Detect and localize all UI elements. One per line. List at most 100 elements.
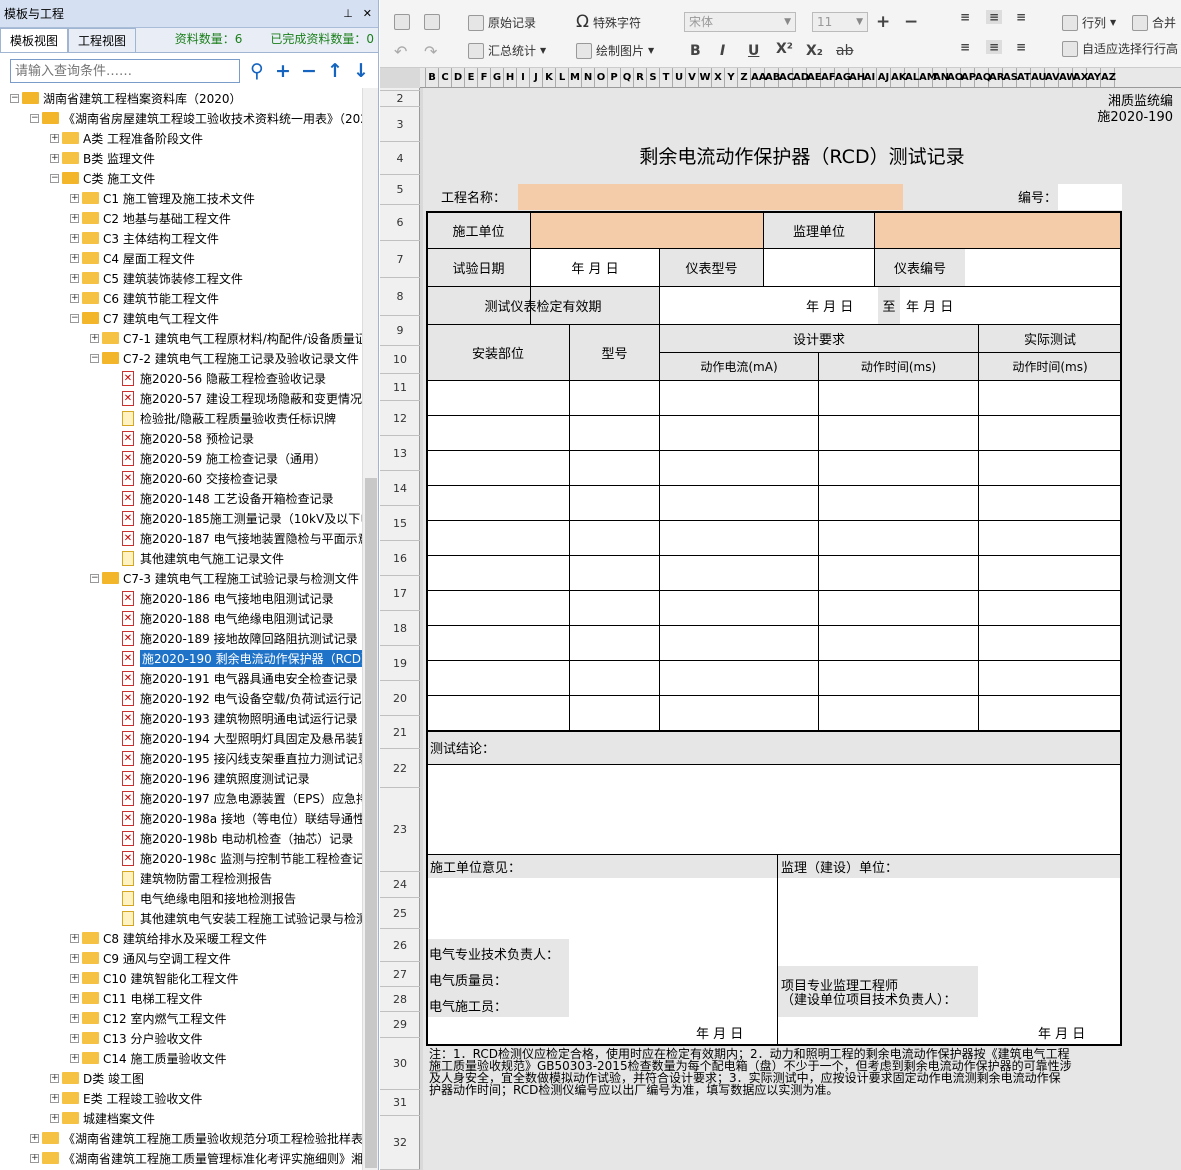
collapse-icon[interactable]: −	[90, 573, 99, 583]
row-header[interactable]: 16	[380, 541, 420, 576]
tree-node[interactable]: + 《湖南省建筑工程施工质量管理标准化考评实施细则》湘建建	[30, 1148, 362, 1168]
expand-icon[interactable]: +	[70, 993, 79, 1003]
row-header[interactable]: 19	[380, 646, 420, 681]
tree-node[interactable]: ✕ 施2020-186 电气接地电阻测试记录	[110, 588, 334, 608]
column-header[interactable]: AO	[947, 68, 963, 87]
expand-icon[interactable]: +	[70, 293, 79, 303]
font-size-select[interactable]: 11 ▼	[812, 12, 868, 32]
tree-node[interactable]: + E类 工程竣工验收文件	[50, 1088, 202, 1108]
tree-node[interactable]: 电气绝缘电阻和接地检测报告	[110, 888, 296, 908]
tree-node[interactable]: + A类 工程准备阶段文件	[50, 128, 203, 148]
column-header[interactable]: G	[491, 68, 504, 87]
column-header[interactable]: E	[465, 68, 478, 87]
row-header[interactable]: 30	[380, 1038, 420, 1090]
tree-node[interactable]: + C7-1 建筑电气工程原材料/构配件/设备质量证明文件	[90, 328, 362, 348]
column-header[interactable]: C	[439, 68, 452, 87]
tree-node[interactable]: 其他建筑电气施工记录文件	[110, 548, 284, 568]
row-header[interactable]: 12	[380, 401, 420, 436]
column-header[interactable]: AP	[961, 68, 976, 87]
expand-icon[interactable]: +	[70, 953, 79, 963]
close-icon[interactable]: ✕	[363, 7, 372, 20]
column-header[interactable]: Z	[738, 68, 751, 87]
expand-icon[interactable]: +	[70, 1013, 79, 1023]
column-header[interactable]: AE	[807, 68, 822, 87]
expand-icon[interactable]: +	[70, 973, 79, 983]
expand-icon[interactable]: +	[30, 1133, 39, 1143]
merge-button[interactable]: 合并	[1132, 14, 1176, 31]
row-header[interactable]: 27	[380, 962, 420, 987]
tree-node[interactable]: + D类 竣工图	[50, 1068, 144, 1088]
rowcol-button[interactable]: 行列 ▼	[1062, 14, 1116, 31]
column-header[interactable]: AL	[905, 68, 919, 87]
expand-icon[interactable]: +	[70, 213, 79, 223]
tree-node[interactable]: − C类 施工文件	[50, 168, 155, 188]
tree-node[interactable]: ✕ 施2020-188 电气绝缘电阻测试记录	[110, 608, 334, 628]
row-header[interactable]: 8	[380, 278, 420, 316]
column-header[interactable]: AD	[793, 68, 809, 87]
row-header[interactable]: 29	[380, 1012, 420, 1038]
tree-node[interactable]: + C5 建筑装饰装修工程文件	[70, 268, 243, 288]
tree-node[interactable]: 检验批/隐蔽工程质量验收责任标识牌	[110, 408, 336, 428]
tree-node[interactable]: + C1 施工管理及施工技术文件	[70, 188, 255, 208]
tree-node[interactable]: ✕ 施2020-190 剩余电流动作保护器（RCD）测试记录	[110, 648, 362, 668]
column-header[interactable]: D	[452, 68, 465, 87]
tab-template-view[interactable]: 模板视图	[0, 28, 69, 52]
expand-icon[interactable]: +	[90, 333, 99, 343]
expand-icon[interactable]: +	[70, 933, 79, 943]
align-right-icon[interactable]: ≡	[1016, 40, 1026, 54]
tree-node[interactable]: + B类 监理文件	[50, 148, 155, 168]
expand-icon[interactable]: +	[50, 133, 59, 143]
row-header[interactable]: 25	[380, 898, 420, 929]
column-header[interactable]: K	[543, 68, 556, 87]
collapse-icon[interactable]: −	[50, 173, 59, 183]
row-header[interactable]: 2	[380, 91, 420, 107]
row-header[interactable]: 17	[380, 576, 420, 611]
align-center-icon[interactable]: ≡	[986, 40, 1003, 54]
row-header[interactable]: 20	[380, 681, 420, 716]
row-header[interactable]: 5	[380, 175, 420, 205]
draw-image-button[interactable]: 绘制图片 ▼	[576, 42, 654, 59]
tree-node[interactable]: + C9 通风与空调工程文件	[70, 948, 231, 968]
row-header[interactable]: 18	[380, 611, 420, 646]
remove-icon[interactable]: −	[300, 60, 318, 82]
original-record-button[interactable]: 原始记录	[468, 14, 536, 31]
expand-icon[interactable]: +	[50, 1093, 59, 1103]
column-header[interactable]: AH	[849, 68, 865, 87]
strikethrough-icon[interactable]: ab	[836, 43, 853, 59]
construction-unit-field[interactable]	[531, 212, 763, 248]
column-header[interactable]: AB	[765, 68, 780, 87]
tree-node[interactable]: + C12 室内燃气工程文件	[70, 1008, 226, 1028]
paste-icon[interactable]	[424, 14, 440, 30]
expand-icon[interactable]: +	[70, 273, 79, 283]
row-header[interactable]: 4	[380, 142, 420, 175]
column-header[interactable]: AT	[1017, 68, 1031, 87]
construction-date[interactable]: 年 月 日	[696, 1021, 743, 1043]
expand-icon[interactable]: +	[70, 1053, 79, 1063]
expand-icon[interactable]: +	[50, 153, 59, 163]
tree-node[interactable]: ✕ 施2020-57 建设工程现场隐蔽和变更情况联系单	[110, 388, 362, 408]
row-header[interactable]: 28	[380, 987, 420, 1012]
row-header[interactable]: 11	[380, 374, 420, 401]
tree-node[interactable]: 其他建筑电气安装工程施工试验记录与检测文件	[110, 908, 362, 928]
column-header[interactable]: H	[504, 68, 517, 87]
column-header[interactable]: AF	[821, 68, 836, 87]
project-name-field[interactable]	[518, 184, 903, 210]
scrollbar-thumb[interactable]	[365, 478, 377, 1168]
tree-node[interactable]: + C6 建筑节能工程文件	[70, 288, 219, 308]
column-header[interactable]: U	[673, 68, 686, 87]
collapse-icon[interactable]: −	[90, 353, 99, 363]
align-bottom-icon[interactable]: ≡	[1016, 10, 1026, 24]
tree-node[interactable]: ✕ 施2020-56 隐蔽工程检查验收记录	[110, 368, 326, 388]
column-header[interactable]: B	[426, 68, 439, 87]
special-char-button[interactable]: Ω 特殊字符	[576, 12, 641, 32]
tree-node[interactable]: 建筑物防雷工程检测报告	[110, 868, 272, 888]
row-header[interactable]: 26	[380, 929, 420, 962]
tree-node[interactable]: − 《湖南省房屋建筑工程竣工验收技术资料统一用表》（2020）	[30, 108, 362, 128]
add-icon[interactable]: +	[274, 60, 292, 82]
column-header[interactable]: AV	[1045, 68, 1060, 87]
copy-icon[interactable]	[394, 14, 410, 30]
expand-icon[interactable]: +	[70, 193, 79, 203]
redo-icon[interactable]: ↷	[424, 42, 437, 61]
column-header[interactable]: P	[608, 68, 621, 87]
column-header[interactable]: AC	[779, 68, 794, 87]
